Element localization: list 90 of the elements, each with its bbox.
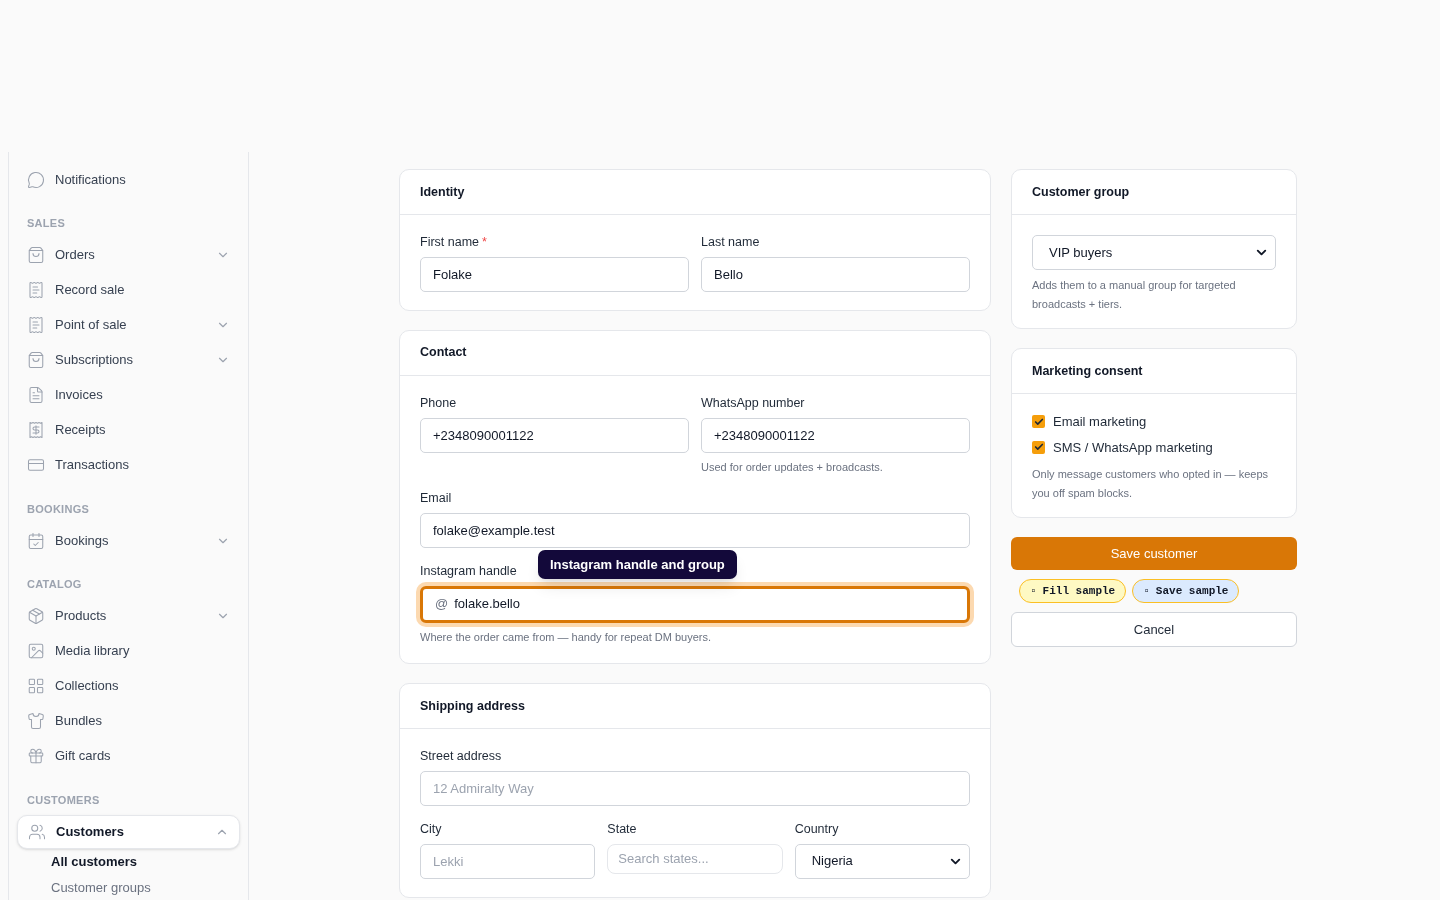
image-icon: [27, 642, 45, 660]
section-heading: CATALOG: [26, 577, 83, 592]
bag-icon: [27, 351, 45, 369]
select-field[interactable]: VIP buyers: [1032, 235, 1276, 270]
text-field[interactable]: Lekki: [420, 843, 596, 879]
sidebar-item[interactable]: Collections: [17, 669, 240, 703]
field-label: City: [420, 820, 442, 838]
field-hint: Used for order updates + broadcasts.: [701, 459, 884, 475]
tooltip: Instagram handle and group: [538, 549, 737, 580]
bag-icon: [27, 246, 45, 264]
section-heading: BOOKINGS: [26, 501, 91, 517]
field-label: Street address: [420, 748, 502, 765]
sidebar-item[interactable]: Gift cards: [17, 739, 240, 773]
sidebar-item[interactable]: Subscriptions: [17, 343, 240, 377]
checkbox-label: Email marketing: [1053, 413, 1147, 431]
text-field[interactable]: 12 Admiralty Way: [420, 770, 970, 806]
text-field[interactable]: Folake: [420, 256, 689, 292]
select-field[interactable]: Nigeria: [794, 843, 970, 879]
sidebar-item[interactable]: Products: [17, 599, 240, 633]
document-icon: [27, 386, 45, 404]
chat-bubble-icon: [27, 170, 45, 189]
sidebar-item[interactable]: Receipts: [17, 413, 240, 447]
sidebar-item[interactable]: Customers: [17, 814, 240, 849]
field-hint: Only message customers who opted in — keeps you off spam blocks.: [1032, 467, 1269, 501]
sidebar-item[interactable]: Bundles: [17, 704, 240, 738]
field-label: First name: [420, 234, 480, 251]
text-field[interactable]: folake@example.test: [420, 512, 970, 548]
grid-icon: [27, 677, 45, 695]
sidebar-item-label: Collections: [55, 677, 120, 696]
text-field[interactable]: Bello: [701, 256, 970, 292]
sidebar-item[interactable]: Transactions: [17, 448, 240, 482]
sidebar-item-label: Subscriptions: [55, 351, 135, 370]
checkbox[interactable]: [1032, 440, 1045, 454]
prefix-text: @: [435, 595, 449, 614]
sidebar-item[interactable]: Point of sale: [17, 308, 240, 342]
sample-chip[interactable]: ▫ Save sample: [1132, 579, 1240, 603]
calendar-icon: [27, 531, 45, 550]
required-mark: *: [482, 234, 487, 251]
sidebar-item-label: Point of sale: [55, 316, 128, 335]
card-title: Customer group: [1032, 183, 1130, 201]
sidebar-item[interactable]: Media library: [17, 634, 240, 668]
text-field[interactable]: +2348090001122: [701, 417, 970, 453]
shirt-icon: [27, 712, 45, 730]
gift-icon: [27, 747, 45, 765]
section-heading: CUSTOMERS: [26, 792, 101, 808]
section-heading: SALES: [26, 216, 67, 231]
sidebar-item-label: Gift cards: [55, 747, 112, 766]
sidebar-item[interactable]: Invoices: [17, 378, 240, 412]
card-title: Shipping address: [420, 697, 525, 715]
sidebar-item-label: Notifications: [55, 170, 127, 189]
field-label: Last name: [701, 234, 760, 251]
checkbox-label: SMS / WhatsApp marketing: [1053, 438, 1213, 457]
field-label: Email: [420, 490, 452, 507]
sidebar-item-label: Bundles: [55, 712, 103, 731]
card-title: Marketing consent: [1032, 362, 1143, 380]
sidebar-item[interactable]: Record sale: [17, 273, 240, 307]
sidebar-item-label: Record sale: [55, 281, 126, 300]
sidebar-item-label: Bookings: [55, 531, 110, 550]
cancel-button[interactable]: Cancel: [1011, 612, 1297, 647]
users-icon: [28, 822, 46, 841]
search-field[interactable]: Search states...: [607, 843, 783, 874]
field-hint: Adds them to a manual group for targeted broadcasts + tiers.: [1032, 278, 1237, 312]
card-title: Identity: [420, 183, 465, 201]
field-label: Instagram handle: [420, 562, 517, 580]
field-label: WhatsApp number: [701, 394, 805, 412]
field-label: Phone: [420, 394, 457, 412]
field-hint: Where the order came from — handy for repeat DM buyers.: [420, 629, 712, 645]
field-label: State: [607, 820, 637, 838]
sidebar-item[interactable]: Orders: [17, 238, 240, 272]
box-icon: [27, 607, 45, 625]
field-label: Country: [794, 820, 839, 838]
sidebar-item[interactable]: Notifications: [17, 162, 240, 197]
sidebar-item-label: Orders: [55, 246, 96, 265]
checkbox[interactable]: [1032, 415, 1045, 429]
sample-chip[interactable]: ▫ Fill sample: [1019, 579, 1127, 603]
sidebar-item-label: Receipts: [55, 421, 107, 440]
sidebar-item-label: Products: [55, 607, 108, 626]
sidebar-item-label: Customers: [56, 822, 125, 841]
sidebar-subitem[interactable]: Customer groups: [51, 875, 240, 900]
sidebar-item-label: Transactions: [55, 456, 130, 475]
receipt-icon: [27, 281, 45, 299]
receipt-icon: [27, 316, 45, 334]
sidebar-item[interactable]: Bookings: [17, 523, 240, 558]
sidebar-item-label: Media library: [55, 642, 131, 661]
card-icon: [27, 456, 45, 474]
card-title: Contact: [420, 344, 467, 362]
sidebar-subitem[interactable]: All customers: [51, 849, 240, 875]
text-field[interactable]: +2348090001122: [420, 417, 689, 453]
sidebar-item-label: Invoices: [55, 386, 104, 405]
receipt-icon: [27, 421, 45, 439]
